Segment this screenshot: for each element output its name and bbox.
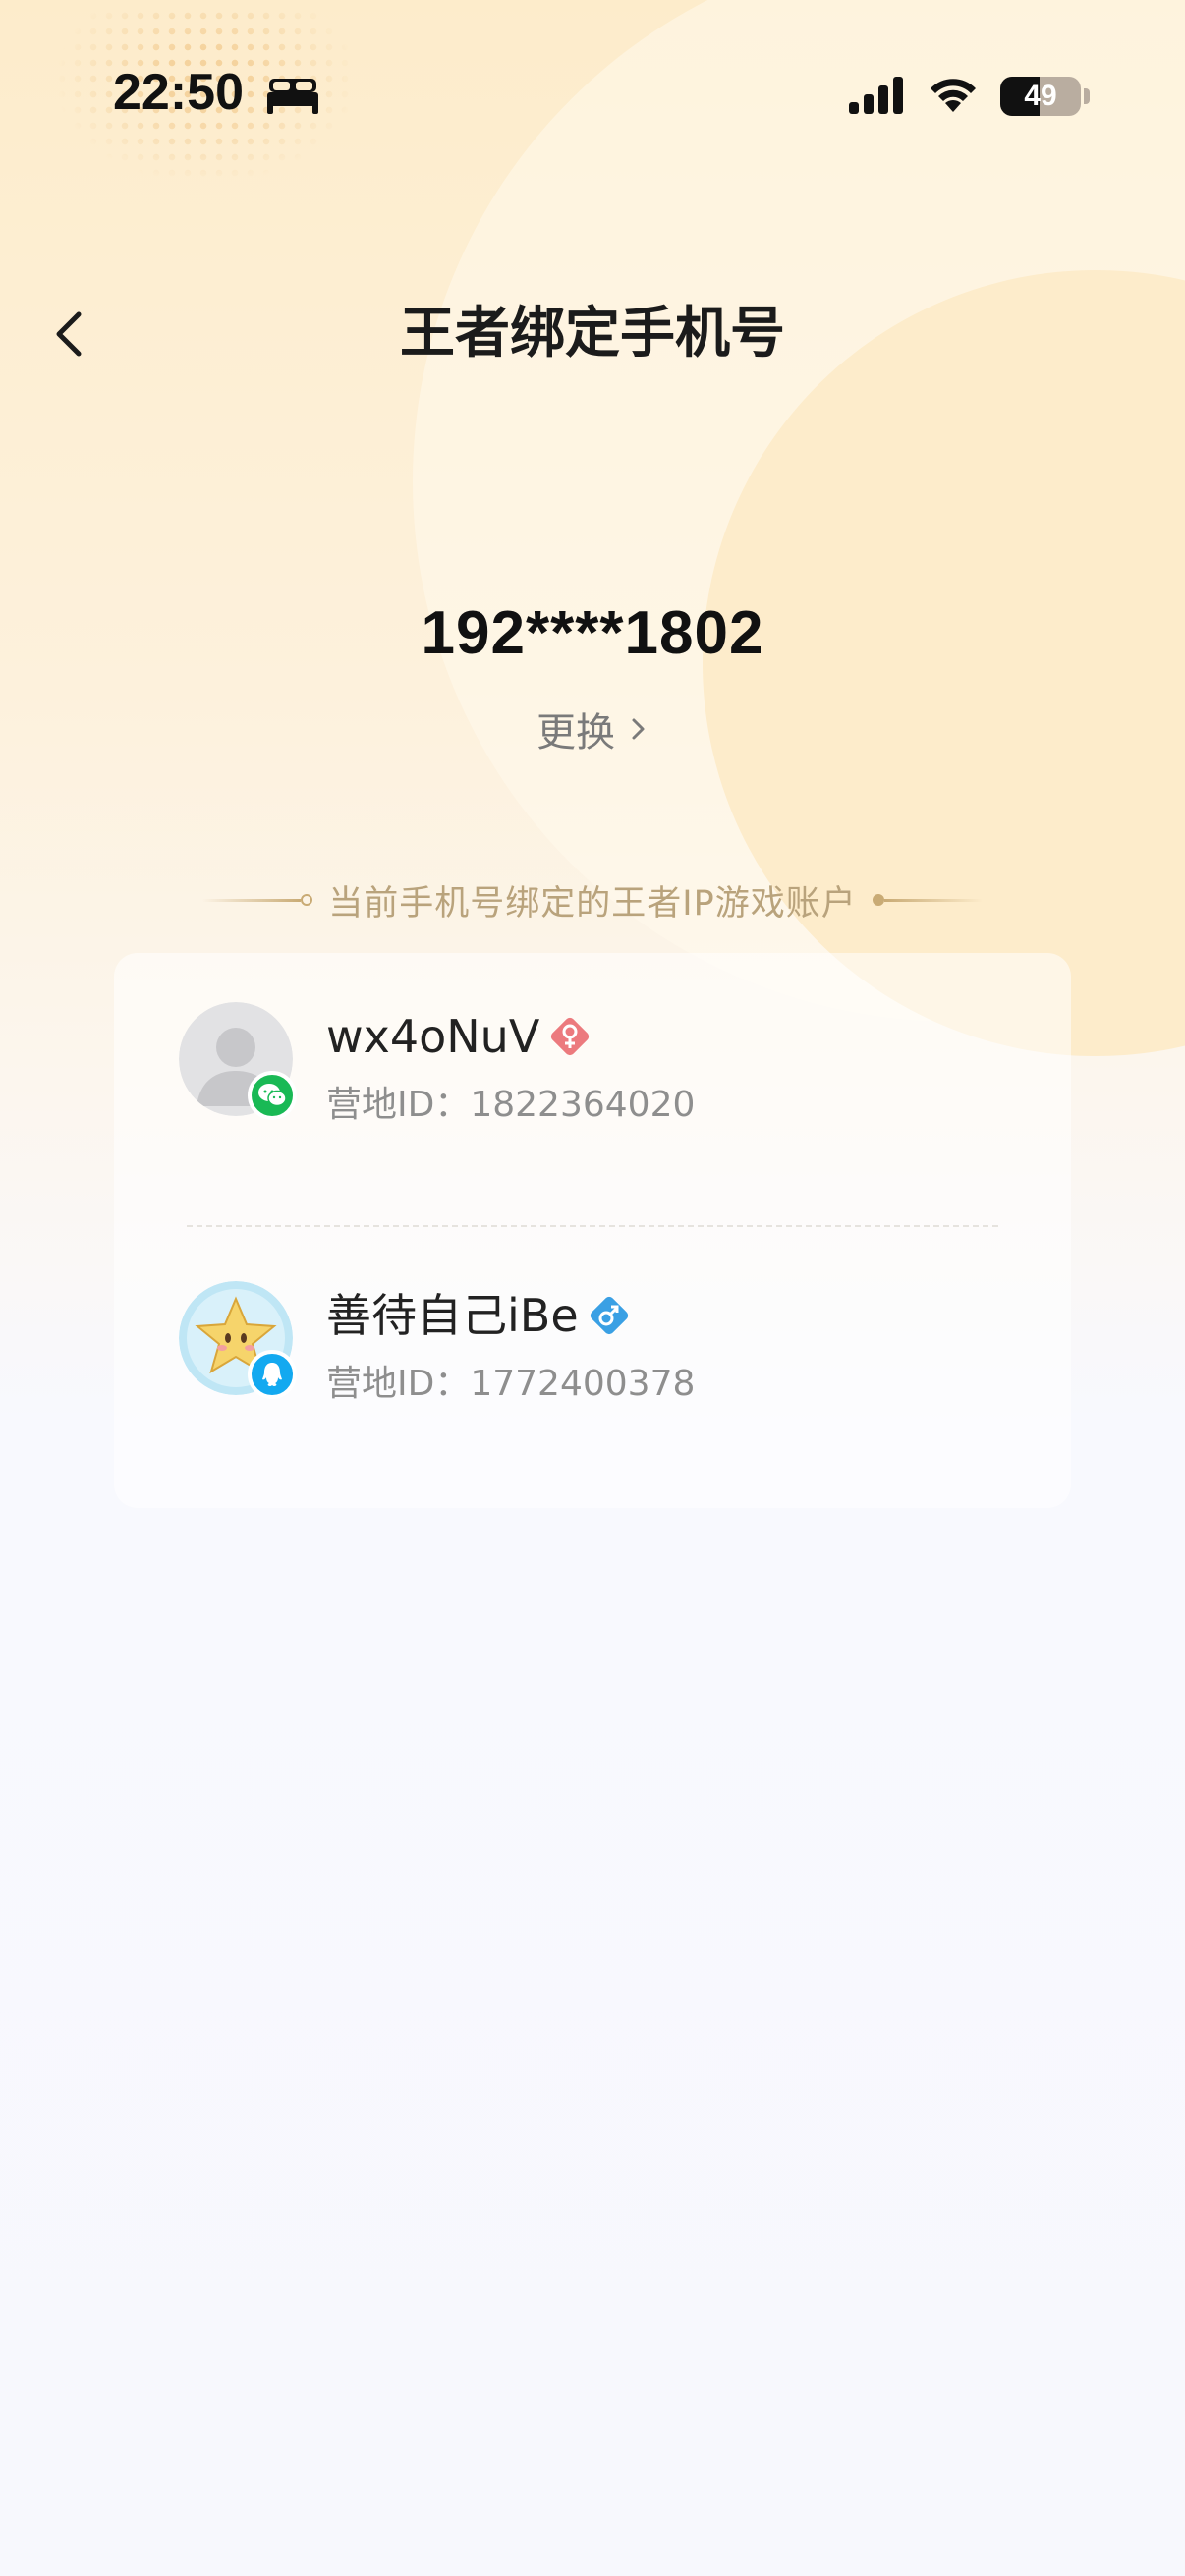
- page-title: 王者绑定手机号: [400, 302, 785, 365]
- status-bar: 22:50 49: [0, 0, 1185, 192]
- accounts-card: wx4oNuV 营地ID：1822364020 善待自己iBe 营地ID：177…: [114, 953, 1071, 1508]
- account-id-value: 1772400378: [470, 1364, 696, 1404]
- wechat-icon: [258, 1084, 287, 1107]
- wifi-icon: [931, 79, 976, 112]
- bound-phone-number: 192****1802: [421, 599, 764, 667]
- section-header: 当前手机号绑定的王者IP游戏账户: [0, 870, 1185, 929]
- decorative-dot-right: [872, 894, 884, 906]
- wechat-badge: [248, 1071, 297, 1120]
- change-phone-label: 更换: [536, 710, 615, 756]
- qq-icon: [262, 1363, 282, 1386]
- female-icon: [551, 1017, 590, 1056]
- qq-badge: [248, 1350, 297, 1399]
- decorative-dot-left: [301, 894, 313, 906]
- back-button[interactable]: [39, 295, 98, 373]
- account-name-text: wx4oNuV: [326, 1010, 540, 1063]
- account-id: 营地ID：1822364020: [326, 1081, 695, 1130]
- chevron-left-icon: [56, 311, 82, 357]
- row-divider: [187, 1225, 998, 1227]
- cellular-signal-icon: [849, 77, 903, 114]
- battery-tip: [1084, 88, 1090, 104]
- account-id: 营地ID：1772400378: [326, 1360, 695, 1409]
- bed-icon: [267, 79, 318, 114]
- account-name: 善待自己iBe: [326, 1281, 632, 1350]
- account-row[interactable]: wx4oNuV 营地ID：1822364020: [114, 1002, 1071, 1199]
- account-name: wx4oNuV: [326, 1002, 592, 1071]
- male-icon: [590, 1296, 628, 1335]
- account-name-text: 善待自己iBe: [326, 1289, 579, 1342]
- decorative-line-left: [202, 898, 302, 902]
- account-row[interactable]: 善待自己iBe 营地ID：1772400378: [114, 1281, 1071, 1478]
- account-id-value: 1822364020: [470, 1085, 696, 1125]
- battery-indicator: 49: [1000, 77, 1081, 116]
- account-id-label: 营地ID：: [326, 1085, 471, 1125]
- account-id-label: 营地ID：: [326, 1364, 471, 1404]
- section-title: 当前手机号绑定的王者IP游戏账户: [328, 883, 857, 924]
- battery-level: 49: [1024, 80, 1057, 112]
- chevron-right-icon: [632, 718, 645, 740]
- status-time: 22:50: [113, 64, 244, 121]
- decorative-line-right: [883, 898, 983, 902]
- change-phone-button[interactable]: 更换: [0, 700, 1185, 758]
